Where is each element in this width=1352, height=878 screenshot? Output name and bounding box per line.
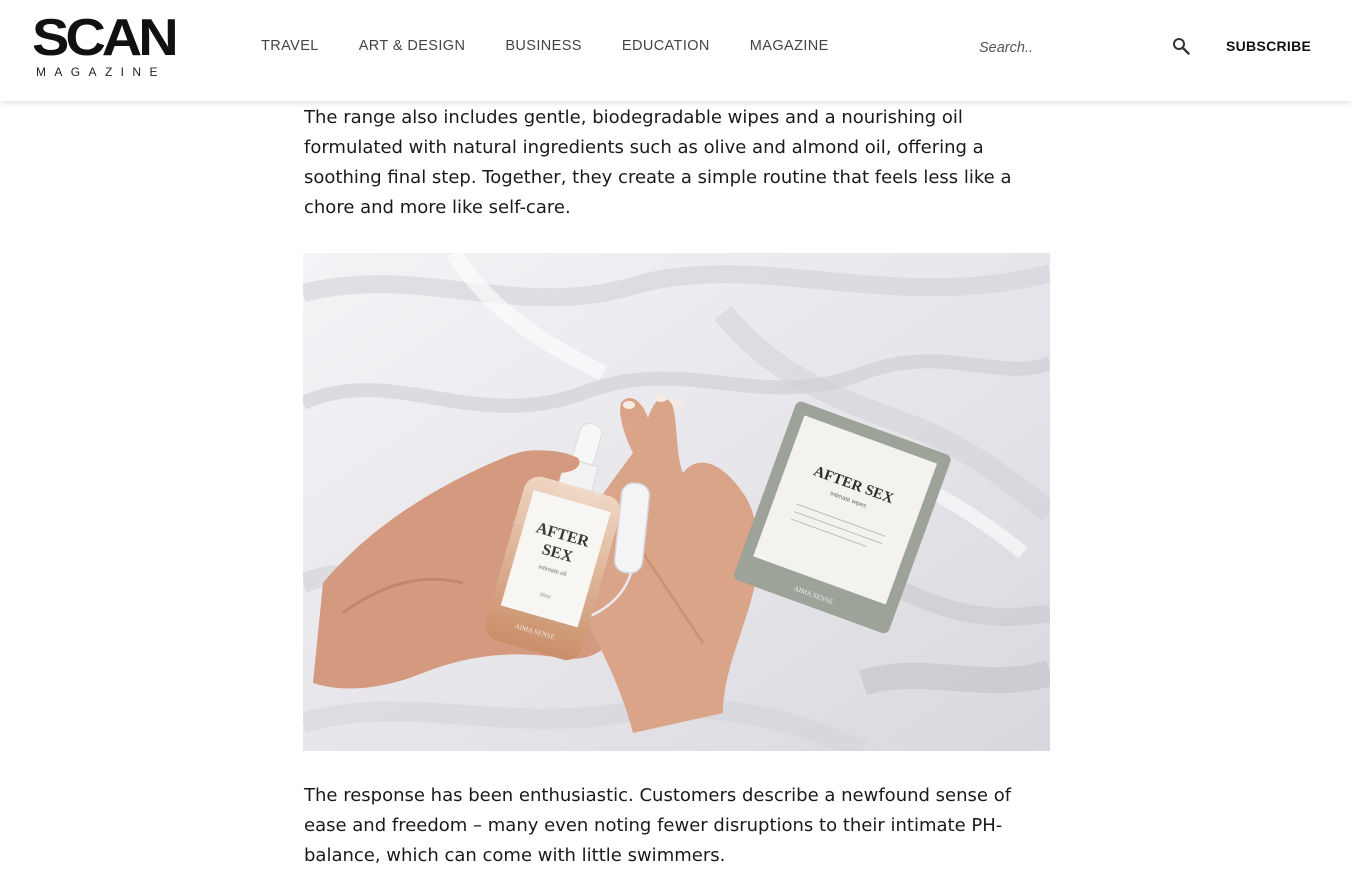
logo-wordmark: SCAN xyxy=(32,8,179,67)
nav-item-magazine[interactable]: MAGAZINE xyxy=(750,37,829,55)
search-box xyxy=(979,37,1164,58)
site-header: SCAN MAGAZINE TRAVEL ART & DESIGN BUSINE… xyxy=(0,0,1352,101)
nav-item-art-design[interactable]: ART & DESIGN xyxy=(359,37,466,55)
logo-tagline: MAGAZINE xyxy=(36,65,166,79)
search-input[interactable] xyxy=(979,38,1159,58)
main-nav: TRAVEL ART & DESIGN BUSINESS EDUCATION M… xyxy=(261,37,869,55)
nav-item-education[interactable]: EDUCATION xyxy=(622,37,710,55)
article-image: AFTER SEX intimate oil 30ml AIMA SENSE A… xyxy=(303,253,1050,751)
search-icon[interactable] xyxy=(1172,37,1190,55)
article-paragraph: The range also includes gentle, biodegra… xyxy=(304,107,1012,218)
subscribe-link[interactable]: SUBSCRIBE xyxy=(1226,38,1311,54)
nav-item-travel[interactable]: TRAVEL xyxy=(261,37,319,55)
article-paragraph: The response has been enthusiastic. Cust… xyxy=(304,785,1012,866)
site-logo[interactable]: SCAN MAGAZINE xyxy=(32,8,179,82)
nav-item-business[interactable]: BUSINESS xyxy=(505,37,582,55)
